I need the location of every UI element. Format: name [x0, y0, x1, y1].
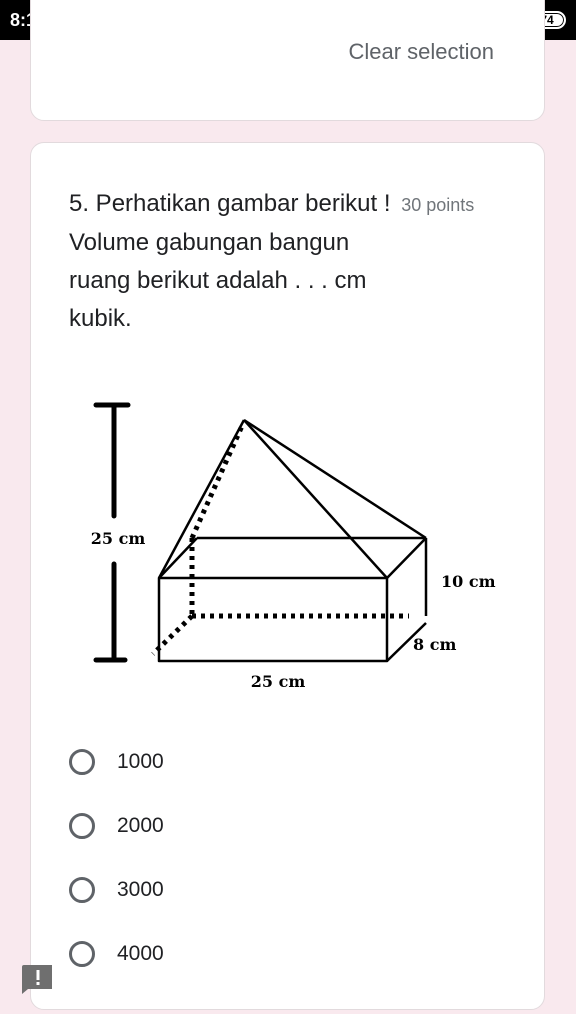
- option-label: 2000: [117, 814, 164, 837]
- report-icon: [22, 965, 52, 994]
- geometry-diagram: 25 cm 10 cm 8 cm 25 cm: [91, 402, 496, 691]
- total-height-label: 25 cm: [91, 529, 145, 548]
- option-1000[interactable]: 1000: [69, 730, 164, 794]
- prism-height-label: 10 cm: [441, 572, 496, 591]
- option-label: 4000: [117, 942, 164, 965]
- radio-button[interactable]: [69, 749, 95, 775]
- points-badge: 30 points: [401, 195, 475, 215]
- radio-button[interactable]: [69, 877, 95, 903]
- prism-width-label: 8 cm: [413, 635, 456, 654]
- question-card: 5. Perhatikan gambar berikut ! 30 points…: [30, 142, 545, 1010]
- question-figure: 25 cm 10 cm 8 cm 25 cm: [91, 398, 511, 703]
- option-2000[interactable]: 2000: [69, 794, 164, 858]
- option-4000[interactable]: 4000: [69, 922, 164, 986]
- clear-selection-button[interactable]: Clear selection: [348, 39, 494, 65]
- option-label: 3000: [117, 878, 164, 901]
- visible-edges: [157, 418, 428, 663]
- option-3000[interactable]: 3000: [69, 858, 164, 922]
- question-body-line: ruang berikut adalah . . . cm: [69, 267, 367, 294]
- previous-question-card: Clear selection: [30, 0, 545, 121]
- radio-button[interactable]: [69, 941, 95, 967]
- answer-options: 1000 2000 3000 4000: [69, 730, 164, 986]
- question-body-line: Volume gabungan bangun: [69, 229, 350, 256]
- option-label: 1000: [117, 750, 164, 773]
- radio-button[interactable]: [69, 813, 95, 839]
- report-button[interactable]: [22, 963, 54, 994]
- prism-length-label: 25 cm: [251, 672, 306, 691]
- question-title: 5. Perhatikan gambar berikut !: [69, 190, 391, 217]
- question-text: 5. Perhatikan gambar berikut ! 30 points…: [69, 185, 529, 338]
- question-body-line: kubik.: [69, 305, 132, 332]
